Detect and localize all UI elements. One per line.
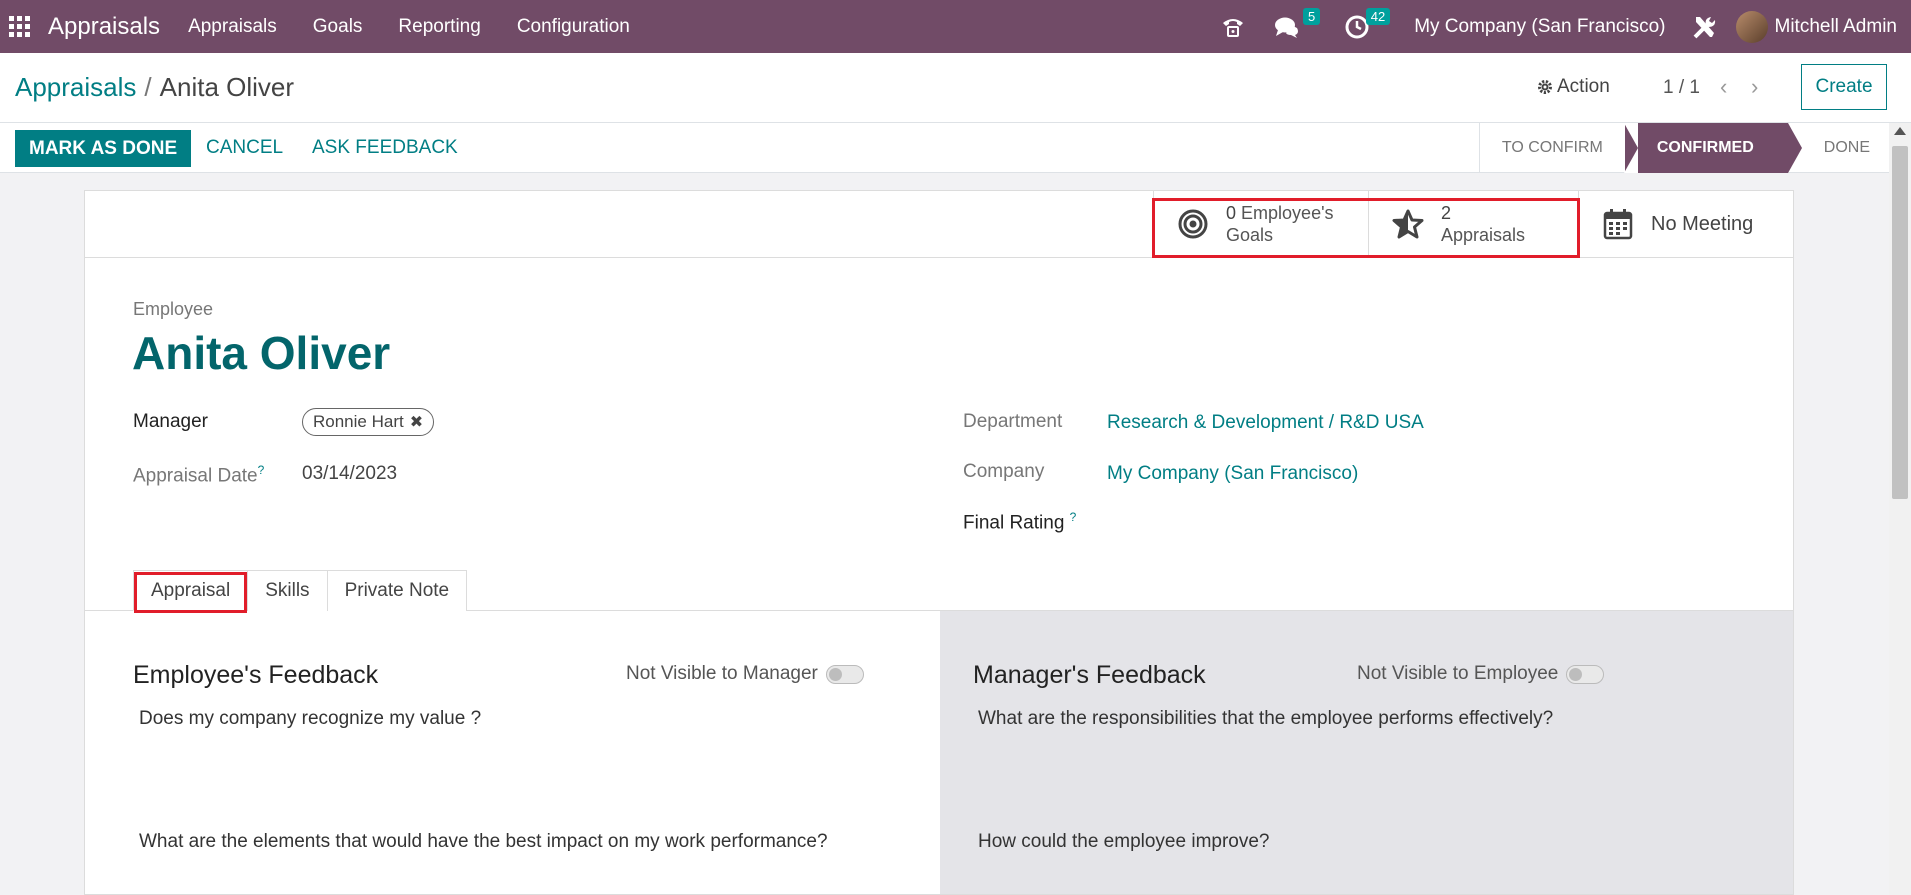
- employee-question-2[interactable]: What are the elements that would have th…: [139, 831, 828, 853]
- menu-item-configuration[interactable]: Configuration: [517, 16, 630, 38]
- appraisals-text: 2 Appraisals: [1441, 202, 1525, 246]
- action-label: Action: [1557, 76, 1610, 97]
- company-value[interactable]: My Company (San Francisco): [1107, 463, 1358, 485]
- stage-pipeline: TO CONFIRM CONFIRMED DONE: [1478, 123, 1890, 173]
- target-icon: [1176, 207, 1210, 241]
- manager-question-2[interactable]: How could the employee improve?: [978, 831, 1270, 853]
- breadcrumb-parent[interactable]: Appraisals: [15, 72, 136, 102]
- pager-value[interactable]: 1 / 1: [1663, 77, 1700, 99]
- employee-visibility-setting: Not Visible to Manager: [626, 663, 864, 685]
- ask-feedback-button[interactable]: ASK FEEDBACK: [312, 137, 458, 159]
- manager-label: Manager: [133, 411, 208, 432]
- tab-appraisal[interactable]: Appraisal: [133, 570, 249, 611]
- appraisal-date-label-text: Appraisal Date: [133, 465, 258, 487]
- employee-feedback-title: Employee's Feedback: [133, 661, 379, 689]
- final-rating-label-text: Final Rating: [963, 512, 1065, 534]
- chat-icon[interactable]: 5: [1274, 7, 1321, 40]
- messages-badge: 5: [1302, 7, 1321, 25]
- appraisal-date-label: Appraisal Date?: [133, 463, 264, 487]
- clock-icon[interactable]: 42: [1344, 7, 1391, 40]
- menu-item-reporting[interactable]: Reporting: [398, 16, 480, 38]
- control-panel: Appraisals / Anita Oliver Action 1 / 1 ‹ ›…: [0, 53, 1911, 123]
- employee-visibility-toggle[interactable]: [825, 664, 864, 684]
- tab-private-note[interactable]: Private Note: [326, 570, 468, 611]
- menu-item-appraisals[interactable]: Appraisals: [188, 16, 277, 38]
- gear-icon: [1538, 80, 1552, 94]
- final-rating-label: Final Rating ?: [963, 510, 1076, 534]
- scroll-up-arrow-icon[interactable]: [1894, 127, 1906, 135]
- stage-done[interactable]: DONE: [1788, 123, 1890, 173]
- manager-question-1[interactable]: What are the responsibilities that the e…: [978, 708, 1553, 730]
- app-brand[interactable]: Appraisals: [48, 13, 160, 41]
- department-label: Department: [963, 411, 1063, 432]
- phone-icon[interactable]: [1220, 14, 1246, 40]
- scrollbar-thumb[interactable]: [1892, 146, 1908, 499]
- employee-question-1[interactable]: Does my company recognize my value ?: [139, 708, 481, 730]
- manager-tag[interactable]: Ronnie Hart ✖: [302, 408, 435, 436]
- help-icon[interactable]: ?: [1070, 510, 1077, 524]
- employee-feedback-pane: Employee's Feedback Not Visible to Manag…: [85, 611, 940, 894]
- chevron-right-icon[interactable]: ›: [1751, 74, 1758, 100]
- department-value[interactable]: Research & Development / R&D USA: [1107, 412, 1424, 434]
- mark-as-done-button[interactable]: MARK AS DONE: [15, 130, 192, 167]
- main-menu: Appraisals Goals Reporting Configuration: [188, 16, 666, 38]
- cancel-button[interactable]: CANCEL: [206, 137, 283, 159]
- manager-value: Ronnie Hart: [313, 412, 404, 431]
- navbar-systray: 5 42 My Company (San Francisco) Mitchell…: [1220, 0, 1911, 53]
- goals-label-2: Goals: [1226, 225, 1274, 245]
- top-navbar: Appraisals Appraisals Goals Reporting Co…: [0, 0, 1911, 53]
- company-switcher[interactable]: My Company (San Francisco): [1414, 16, 1665, 38]
- tools-icon[interactable]: [1692, 14, 1718, 40]
- breadcrumb: Appraisals / Anita Oliver: [15, 72, 294, 103]
- calendar-icon: [1601, 207, 1635, 241]
- create-button[interactable]: Create: [1801, 64, 1887, 110]
- appraisal-date-value[interactable]: 03/14/2023: [302, 463, 397, 485]
- manager-visibility-label: Not Visible to Employee: [1357, 663, 1559, 684]
- breadcrumb-separator: /: [144, 72, 152, 102]
- appraisals-button[interactable]: 2 Appraisals: [1368, 191, 1578, 257]
- breadcrumb-current: Anita Oliver: [159, 72, 295, 102]
- menu-item-goals[interactable]: Goals: [313, 16, 363, 38]
- action-button[interactable]: Action: [1537, 76, 1610, 98]
- form-sheet: 0 Employee's Goals 2 Appraisals No Meeti…: [84, 190, 1794, 895]
- chevron-left-icon[interactable]: ‹: [1720, 74, 1727, 100]
- apps-grid-icon[interactable]: [9, 16, 31, 38]
- meeting-label: No Meeting: [1651, 213, 1754, 235]
- notebook-tabs: Appraisal Skills Private Note: [133, 570, 468, 611]
- goals-label-1: Employee's: [1241, 203, 1334, 223]
- company-label: Company: [963, 461, 1045, 482]
- manager-visibility-setting: Not Visible to Employee: [1357, 663, 1605, 685]
- stage-to-confirm[interactable]: TO CONFIRM: [1478, 123, 1625, 173]
- employee-name[interactable]: Anita Oliver: [132, 326, 390, 380]
- employee-visibility-label: Not Visible to Manager: [626, 663, 818, 684]
- employee-label: Employee: [133, 299, 214, 319]
- tab-skills[interactable]: Skills: [247, 570, 328, 611]
- statusbar: MARK AS DONE CANCEL ASK FEEDBACK TO CONF…: [0, 123, 1890, 173]
- appraisals-label: Appraisals: [1441, 225, 1526, 245]
- goals-text: 0 Employee's Goals: [1226, 202, 1334, 246]
- stage-confirmed[interactable]: CONFIRMED: [1623, 123, 1802, 173]
- close-icon[interactable]: ✖: [410, 412, 423, 432]
- appraisals-count: 2: [1441, 203, 1452, 223]
- manager-visibility-toggle[interactable]: [1566, 664, 1605, 684]
- avatar[interactable]: [1735, 10, 1768, 43]
- employee-goals-button[interactable]: 0 Employee's Goals: [1153, 191, 1368, 257]
- star-icon: [1391, 207, 1425, 241]
- manager-feedback-title: Manager's Feedback: [973, 661, 1206, 689]
- help-icon[interactable]: ?: [258, 463, 265, 477]
- meeting-button[interactable]: No Meeting: [1578, 191, 1793, 257]
- goals-count: 0: [1226, 203, 1237, 223]
- activities-badge: 42: [1365, 7, 1391, 25]
- user-menu[interactable]: Mitchell Admin: [1775, 16, 1898, 38]
- manager-feedback-pane: Manager's Feedback Not Visible to Employ…: [940, 611, 1793, 894]
- smart-button-box: 0 Employee's Goals 2 Appraisals No Meeti…: [85, 191, 1793, 258]
